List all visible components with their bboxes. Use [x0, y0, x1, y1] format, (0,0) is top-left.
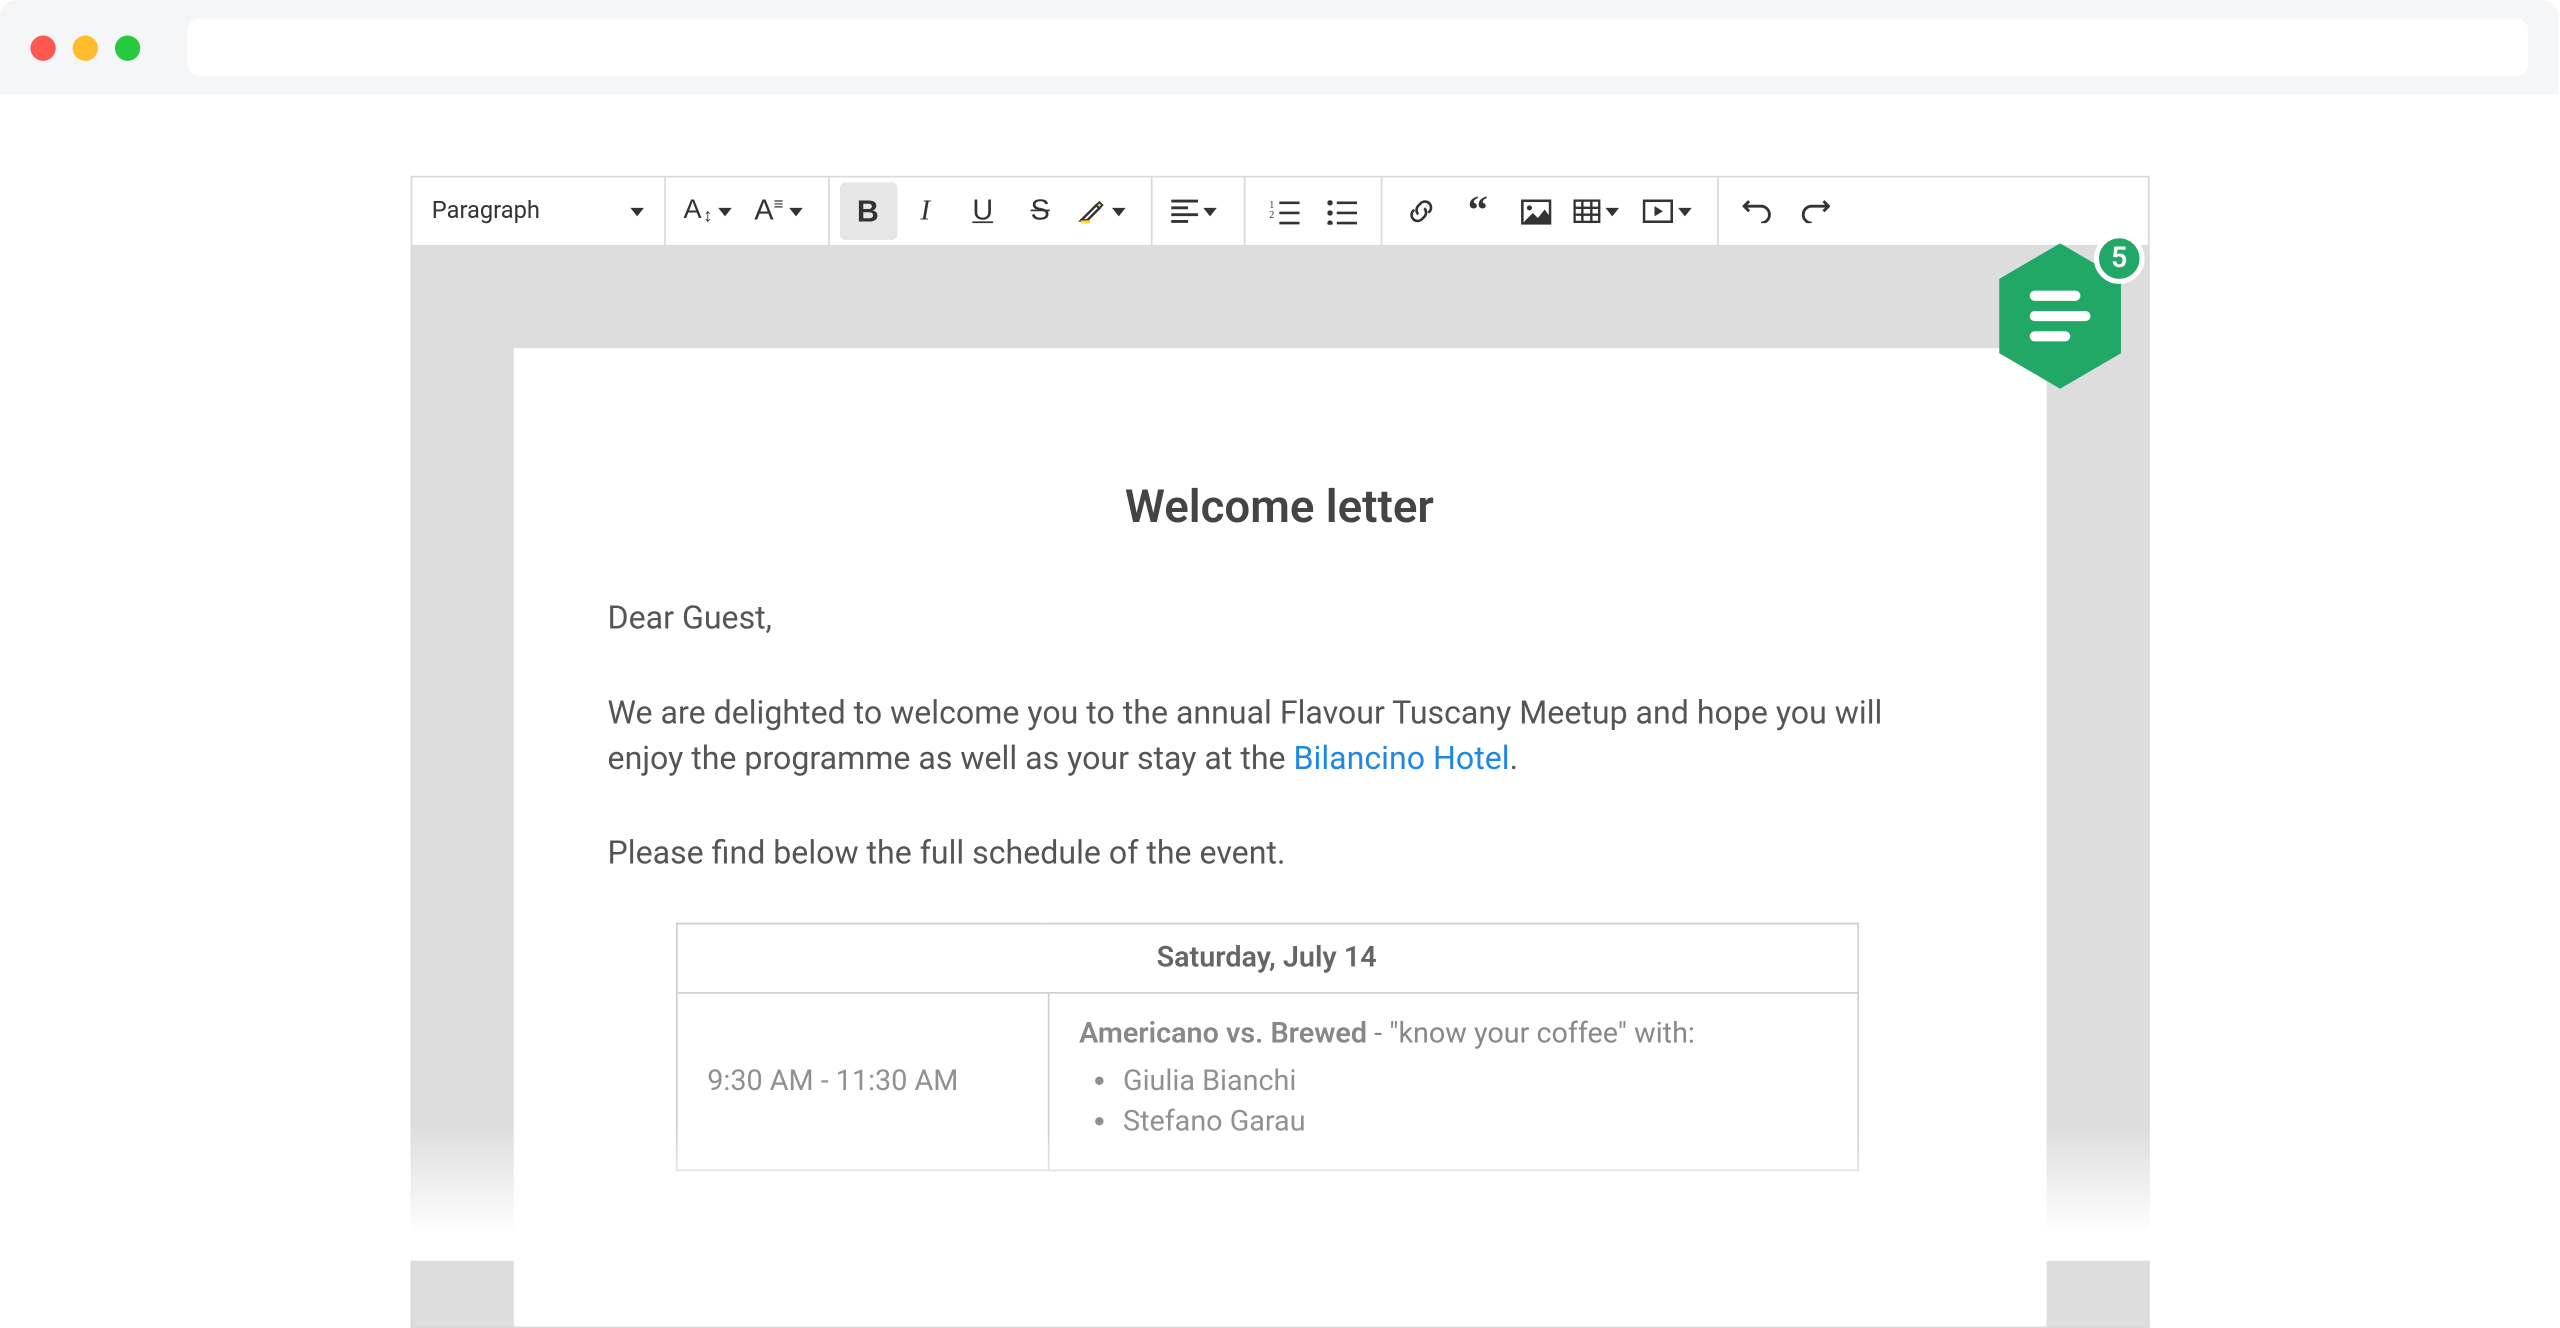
table-row[interactable]: 9:30 AM - 11:30 AM Americano vs. Brewed …	[676, 993, 1857, 1170]
greeting-paragraph[interactable]: Dear Guest,	[608, 595, 1952, 642]
schedule-header[interactable]: Saturday, July 14	[676, 924, 1857, 993]
bold-button[interactable]: B	[839, 183, 896, 240]
highlight-button[interactable]	[1069, 183, 1140, 240]
block-format-dropdown[interactable]: Paragraph	[412, 177, 666, 245]
schedule-intro-paragraph[interactable]: Please find below the full schedule of t…	[608, 829, 1952, 876]
chevron-down-icon	[1203, 207, 1217, 215]
badge-count: 5	[2094, 233, 2145, 284]
italic-button[interactable]: I	[897, 183, 954, 240]
undo-button[interactable]	[1728, 183, 1785, 240]
link-icon	[1405, 196, 1435, 226]
redo-button[interactable]	[1785, 183, 1842, 240]
text-case-button[interactable]: A↕	[675, 183, 746, 240]
url-bar[interactable]	[188, 19, 2529, 76]
chevron-down-icon	[789, 207, 803, 215]
document-title[interactable]: Welcome letter	[608, 480, 1952, 534]
block-format-label: Paragraph	[432, 198, 540, 225]
strikethrough-button[interactable]: S	[1011, 183, 1068, 240]
window-close-button[interactable]	[30, 35, 55, 60]
redo-icon	[1799, 199, 1829, 223]
window-minimize-button[interactable]	[73, 35, 98, 60]
quote-icon: “	[1468, 201, 1488, 221]
schedule-time-cell[interactable]: 9:30 AM - 11:30 AM	[676, 993, 1048, 1170]
hotel-link[interactable]: Bilancino Hotel	[1294, 739, 1510, 778]
align-left-icon	[1171, 199, 1198, 223]
table-button[interactable]	[1564, 183, 1635, 240]
font-size-button[interactable]: A≡	[746, 183, 817, 240]
list-item[interactable]: Stefano Garau	[1123, 1106, 1826, 1140]
schedule-table[interactable]: Saturday, July 14 9:30 AM - 11:30 AM Ame…	[675, 923, 1858, 1171]
document-body[interactable]: Dear Guest, We are delighted to welcome …	[608, 595, 1952, 1172]
traffic-lights	[30, 35, 140, 60]
numbered-list-icon: 1 2	[1268, 199, 1298, 224]
schedule-session-cell[interactable]: Americano vs. Brewed - "know your coffee…	[1048, 993, 1858, 1170]
alignment-button[interactable]	[1162, 183, 1233, 240]
blockquote-button[interactable]: “	[1449, 183, 1506, 240]
chevron-down-icon	[630, 207, 644, 215]
document-page[interactable]: Welcome letter Dear Guest, We are deligh…	[513, 348, 2046, 1328]
editor-canvas-bg: Welcome letter Dear Guest, We are deligh…	[410, 247, 2149, 1328]
link-button[interactable]	[1392, 183, 1449, 240]
editor-toolbar: Paragraph A↕ A≡ B I U	[410, 176, 2149, 247]
bulleted-list-icon	[1326, 199, 1356, 224]
bulleted-list-button[interactable]	[1312, 183, 1369, 240]
chevron-down-icon	[1606, 207, 1620, 215]
ckeditor-badge[interactable]: 5	[1993, 240, 2128, 392]
browser-title-bar	[0, 0, 2559, 95]
media-icon	[1643, 199, 1673, 223]
underline-button[interactable]: U	[954, 183, 1011, 240]
chevron-down-icon	[718, 207, 732, 215]
window-maximize-button[interactable]	[115, 35, 140, 60]
highlighter-icon	[1077, 196, 1107, 226]
numbered-list-button[interactable]: 1 2	[1255, 183, 1312, 240]
intro-paragraph[interactable]: We are delighted to welcome you to the a…	[608, 689, 1952, 782]
image-icon	[1520, 199, 1550, 224]
speaker-list: Giulia Bianchi Stefano Garau	[1079, 1065, 1826, 1139]
image-button[interactable]	[1507, 183, 1564, 240]
svg-text:2: 2	[1268, 209, 1273, 220]
chevron-down-icon	[1678, 207, 1692, 215]
editor-container: Paragraph A↕ A≡ B I U	[410, 176, 2149, 1328]
chevron-down-icon	[1112, 207, 1126, 215]
undo-icon	[1742, 199, 1772, 223]
table-icon	[1573, 199, 1600, 223]
media-embed-button[interactable]	[1635, 183, 1706, 240]
list-item[interactable]: Giulia Bianchi	[1123, 1065, 1826, 1099]
